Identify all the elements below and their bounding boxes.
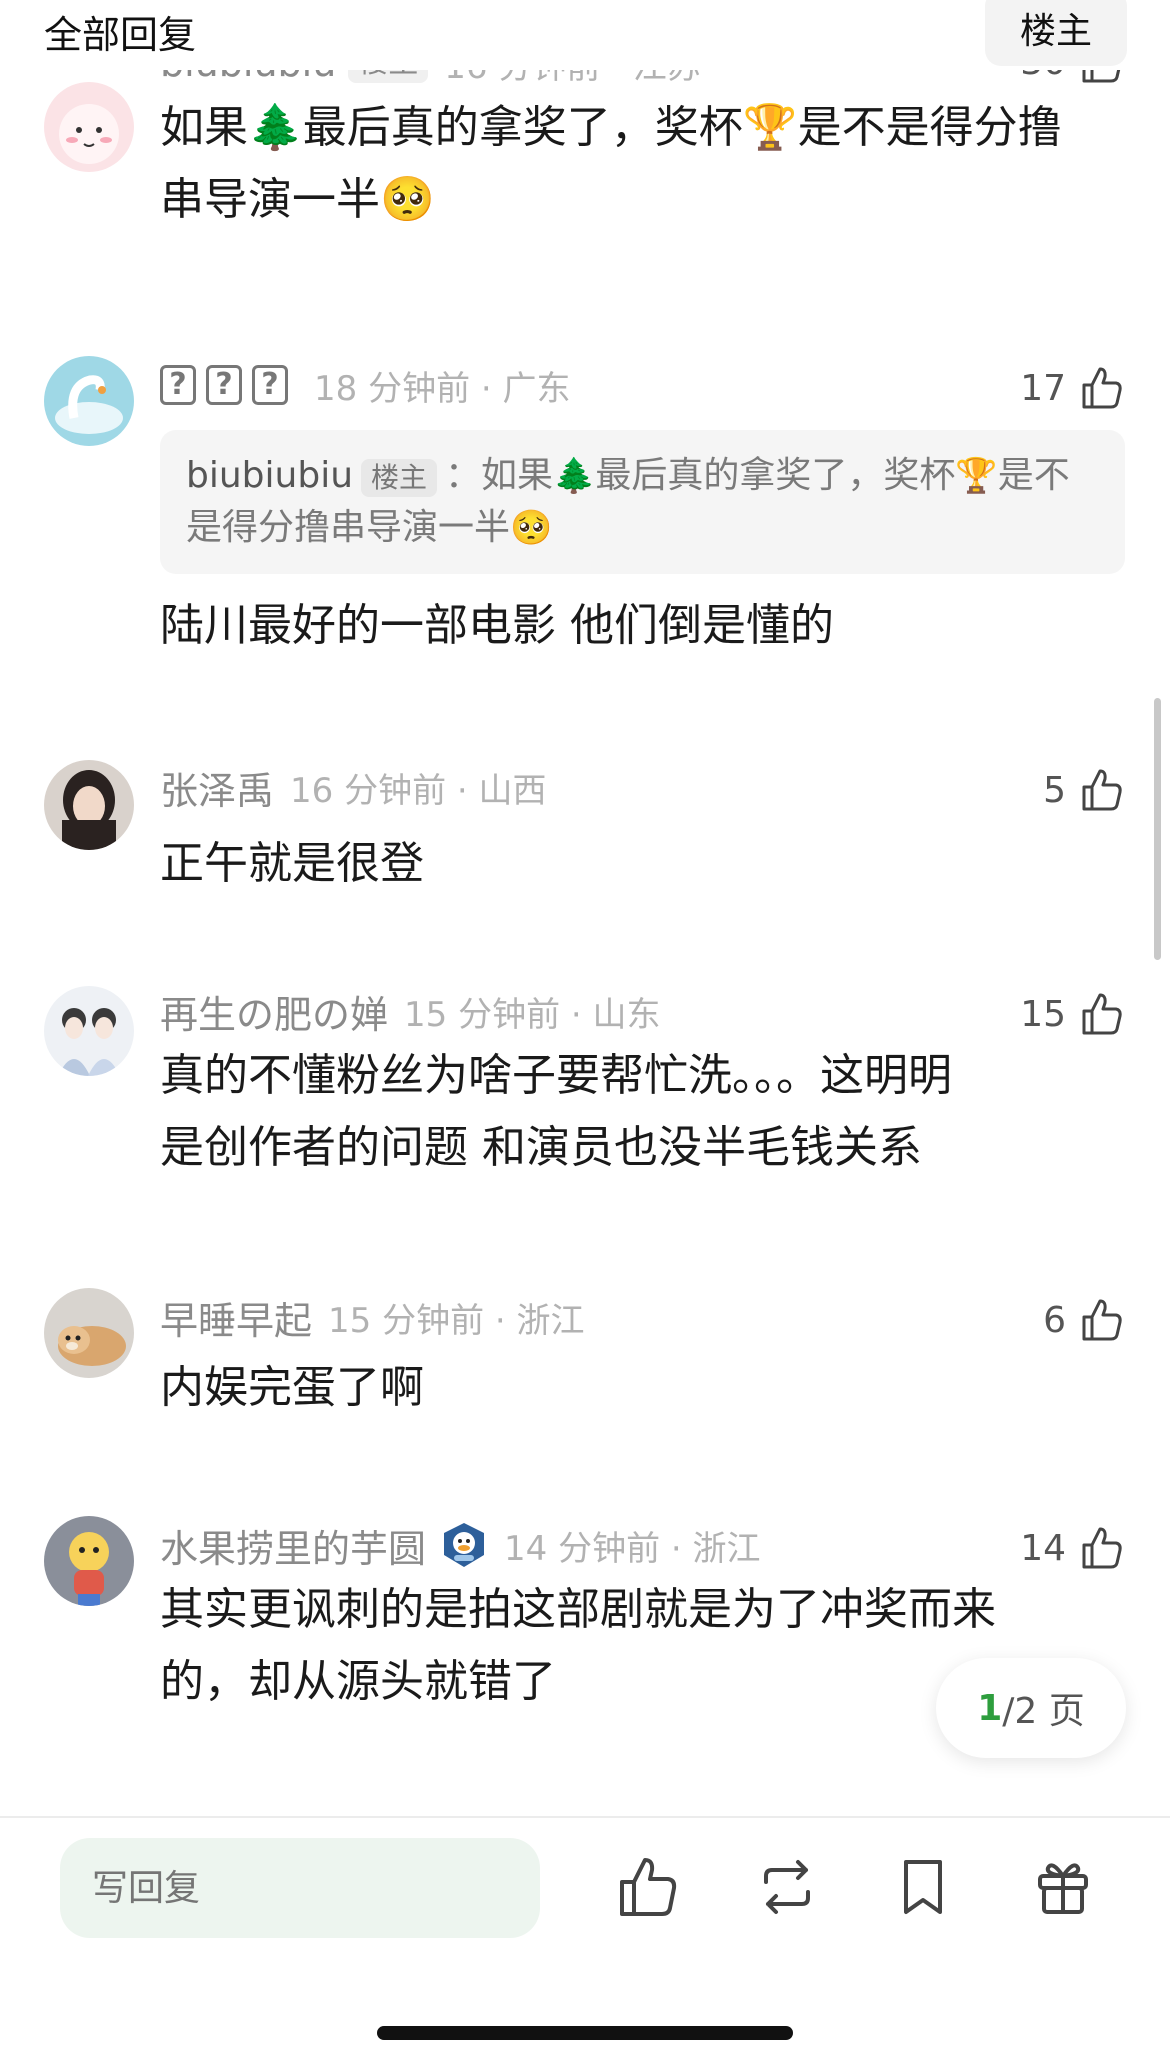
pleading-emoji: 🥺 [380, 174, 435, 225]
like-group[interactable]: 15 [1020, 986, 1126, 1042]
comment-meta: 水果捞里的芋圆 14 分钟前 · 浙江 [160, 1518, 761, 1573]
pleading-emoji: 🥺 [510, 508, 553, 548]
bottom-action-bar [0, 1816, 1170, 2066]
bookmark-icon[interactable] [888, 1852, 958, 1922]
comment-text-part: 最后真的拿奖了，奖杯 [302, 102, 743, 153]
quoted-reply[interactable]: biubiubiu 楼主 ：如果🌲最后真的拿奖了，奖杯🏆是不是得分撸串导演一半🥺 [160, 430, 1125, 574]
duck-badge-icon[interactable] [440, 1521, 488, 1569]
tree-emoji: 🌲 [248, 102, 303, 153]
like-icon[interactable] [612, 1852, 682, 1922]
scrollbar[interactable] [1154, 698, 1161, 960]
comment-text: 内娱完蛋了啊 [160, 1362, 424, 1413]
username[interactable]: 张泽禹 [160, 760, 274, 815]
gift-icon[interactable] [1028, 1852, 1098, 1922]
comment-text: 真的不懂粉丝为啥子要帮忙洗。。。这明明 是创作者的问题 和演员也没半毛钱关系 [160, 1040, 1100, 1184]
time-location: 14 分钟前 · 浙江 [504, 1528, 761, 1569]
page-title: 全部回复 [44, 13, 197, 57]
time-location: 15 分钟前 · 浙江 [328, 1300, 585, 1341]
comment-meta: 张泽禹 16 分钟前 · 山西 [160, 760, 547, 815]
comment-line: 是创作者的问题 和演员也没半毛钱关系 [160, 1122, 922, 1173]
username[interactable]: 水果捞里的芋圆 [160, 1518, 426, 1573]
comment-line: 其实更讽刺的是拍这部剧就是为了冲奖而来 [160, 1584, 996, 1635]
page-indicator[interactable]: 1/2 页 [936, 1658, 1126, 1758]
comment-text: 如果🌲最后真的拿奖了，奖杯🏆是不是得分撸串导演一半🥺 [160, 92, 1100, 236]
comment-meta: ??? 18 分钟前 · 广东 [160, 360, 571, 410]
time-location: 15 分钟前 · 山东 [404, 994, 661, 1035]
thumbs-up-icon[interactable] [1076, 1295, 1126, 1345]
like-count: 14 [1020, 1527, 1066, 1569]
thumbs-up-icon[interactable] [1076, 989, 1126, 1039]
like-count: 6 [1043, 1299, 1066, 1341]
thumbs-up-icon[interactable] [1076, 1523, 1126, 1573]
comment-line: 真的不懂粉丝为啥子要帮忙洗。。。这明明 [160, 1050, 952, 1101]
comment-text: 陆川最好的一部电影 他们倒是懂的 [160, 600, 834, 651]
thumbs-up-icon[interactable] [1076, 765, 1126, 815]
unknown-glyph[interactable]: ? [160, 365, 196, 405]
quote-text-part: 如果 [481, 455, 554, 496]
total-pages: /2 页 [1002, 1691, 1085, 1732]
anime-avatar[interactable] [44, 986, 134, 1076]
comment-meta: 再生の肥の婵 15 分钟前 · 山东 [160, 984, 661, 1039]
quote-text-part: 最后真的拿奖了，奖杯 [595, 455, 956, 496]
top-header: 全部回复 楼主 [0, 0, 1170, 70]
dog-avatar[interactable] [44, 1288, 134, 1378]
time-location: 16 分钟前 · 山西 [290, 770, 547, 811]
thumbs-up-icon[interactable] [1076, 363, 1126, 413]
like-group[interactable]: 14 [1020, 1520, 1126, 1576]
swan-avatar[interactable] [44, 356, 134, 446]
comment-text: 正午就是很登 [160, 838, 424, 889]
like-count: 5 [1043, 769, 1066, 811]
home-indicator[interactable] [377, 2026, 793, 2040]
current-page: 1 [977, 1687, 1003, 1729]
reply-input[interactable] [60, 1838, 540, 1938]
trophy-emoji: 🏆 [742, 102, 798, 153]
owner-only-button[interactable]: 楼主 [985, 0, 1127, 66]
username[interactable]: 再生の肥の婵 [160, 984, 388, 1039]
cartoon-avatar[interactable] [44, 1516, 134, 1606]
girl-avatar[interactable] [44, 760, 134, 850]
comment-text-part: 如果 [160, 102, 248, 153]
like-group[interactable]: 17 [1020, 360, 1126, 416]
comment-meta: 早睡早起 15 分钟前 · 浙江 [160, 1290, 585, 1345]
unknown-glyph[interactable]: ? [206, 365, 242, 405]
quoted-username[interactable]: biubiubiu [186, 455, 353, 496]
like-group[interactable]: 5 [1043, 762, 1126, 818]
bunny-avatar[interactable] [44, 82, 134, 172]
like-count: 17 [1020, 367, 1066, 409]
unknown-glyph[interactable]: ? [252, 365, 288, 405]
quote-separator: ： [445, 455, 482, 496]
time-location: 18 分钟前 · 广东 [314, 368, 571, 409]
owner-tag: 楼主 [361, 459, 438, 497]
like-group[interactable]: 6 [1043, 1292, 1126, 1348]
repost-icon[interactable] [752, 1852, 822, 1922]
like-count: 15 [1020, 993, 1066, 1035]
trophy-emoji: 🏆 [955, 456, 998, 496]
username[interactable]: 早睡早起 [160, 1290, 312, 1345]
tree-emoji: 🌲 [553, 456, 596, 496]
